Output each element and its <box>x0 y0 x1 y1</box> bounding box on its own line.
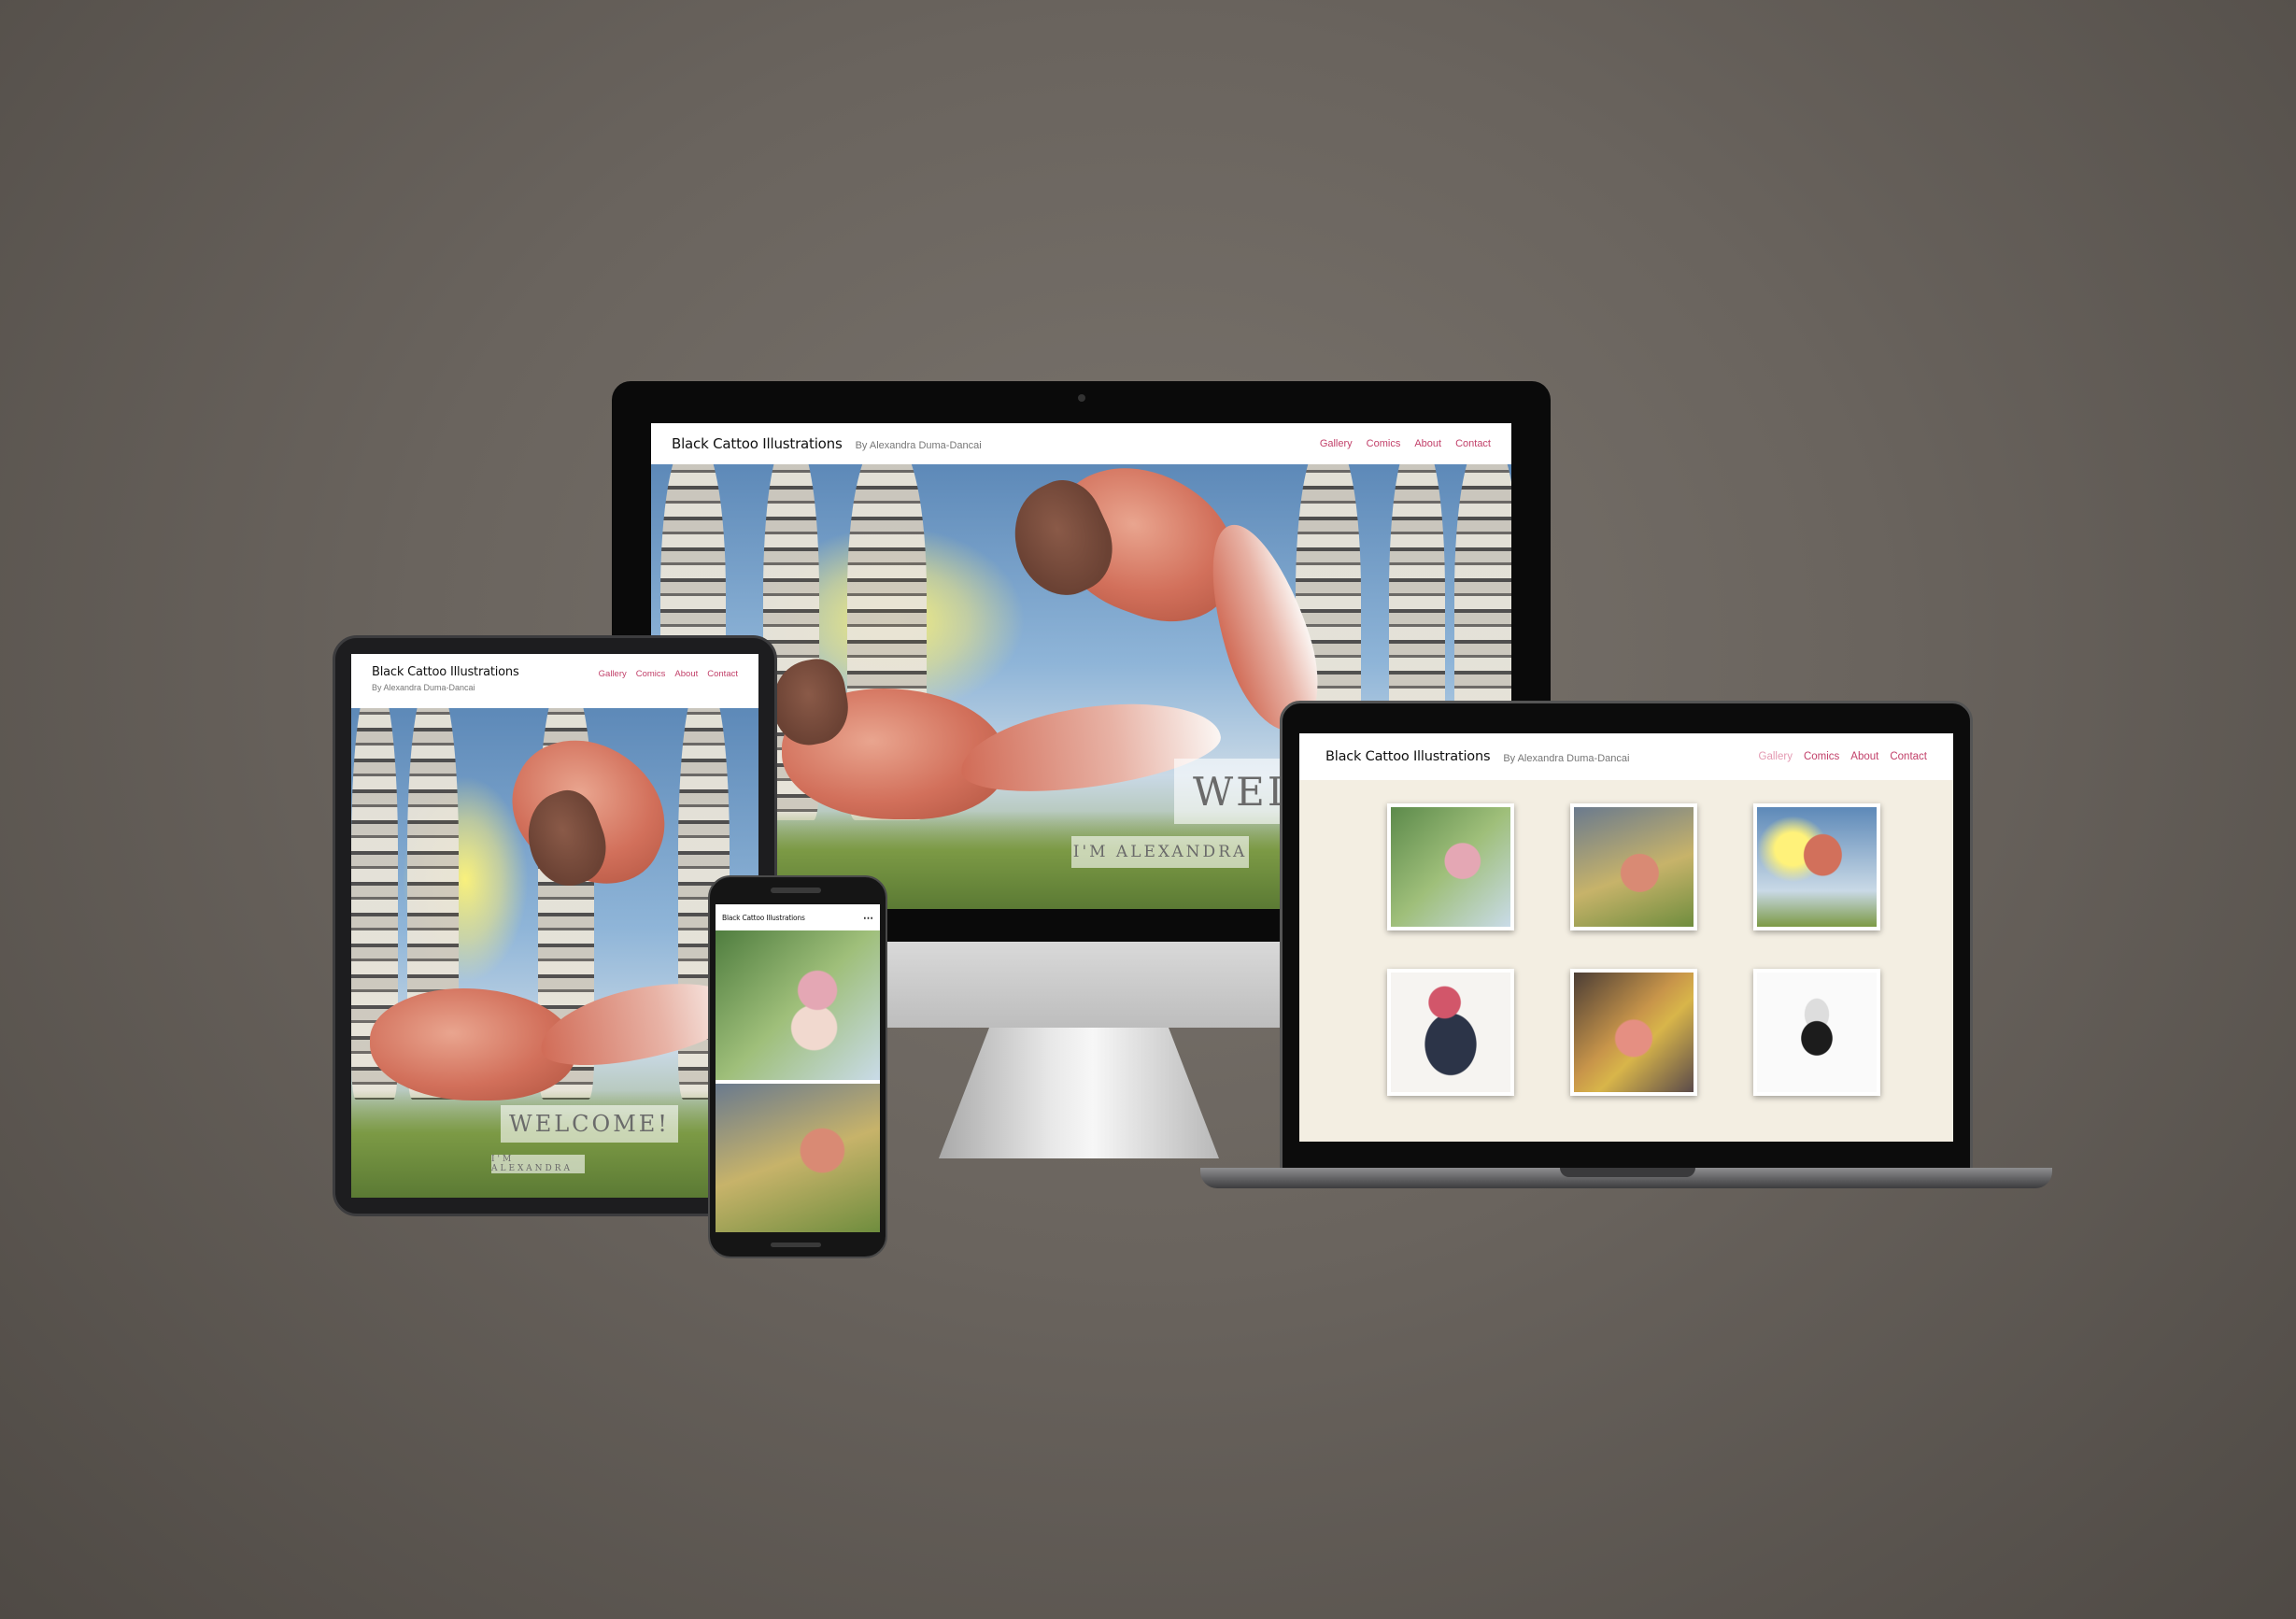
gallery-thumbnail[interactable] <box>716 930 880 1080</box>
site-title[interactable]: Black Cattoo Illustrations <box>1325 749 1491 764</box>
nav-contact[interactable]: Contact <box>1455 438 1491 449</box>
intro-banner: I'M ALEXANDRA <box>491 1155 585 1173</box>
main-nav: Gallery Comics About Contact <box>1759 751 1927 762</box>
welcome-banner: WELCOME! <box>501 1105 678 1143</box>
nav-about[interactable]: About <box>674 669 698 679</box>
gallery-thumbnail[interactable] <box>1570 969 1697 1096</box>
phone-screen: Black Cattoo Illustrations ⋯ <box>716 904 880 1232</box>
laptop-notch <box>1560 1168 1695 1177</box>
gallery-thumbnail[interactable] <box>1753 969 1880 1096</box>
nav-comics[interactable]: Comics <box>1804 751 1839 762</box>
main-nav: Gallery Comics About Contact <box>1320 438 1491 449</box>
brand: Black Cattoo Illustrations By Alexandra … <box>372 665 519 692</box>
nav-comics[interactable]: Comics <box>1367 438 1401 449</box>
site-subtitle: By Alexandra Duma-Dancai <box>372 683 475 692</box>
site-header: Black Cattoo Illustrations By Alexandra … <box>651 423 1511 464</box>
imac-stand <box>939 1028 1219 1158</box>
site-title[interactable]: Black Cattoo Illustrations <box>672 435 843 452</box>
nav-about[interactable]: About <box>1850 751 1878 762</box>
tablet-screen: Black Cattoo Illustrations By Alexandra … <box>351 654 758 1198</box>
phone-speaker <box>771 888 821 893</box>
ellipsis-icon[interactable]: ⋯ <box>863 912 873 924</box>
gallery-thumbnail[interactable] <box>1753 803 1880 930</box>
nav-about[interactable]: About <box>1414 438 1441 449</box>
site-title[interactable]: Black Cattoo Illustrations <box>722 914 805 922</box>
camera-icon <box>1078 394 1085 402</box>
gallery-thumbnail[interactable] <box>1570 803 1697 930</box>
site-header: Black Cattoo Illustrations ⋯ <box>716 904 880 930</box>
main-nav: Gallery Comics About Contact <box>599 669 738 679</box>
hero-illustration: WELCOME! I'M ALEXANDRA <box>351 708 758 1198</box>
nav-contact[interactable]: Contact <box>707 669 738 679</box>
gallery-thumbnail[interactable] <box>1387 969 1514 1096</box>
site-title[interactable]: Black Cattoo Illustrations <box>372 665 519 679</box>
nav-gallery[interactable]: Gallery <box>1320 438 1353 449</box>
site-header: Black Cattoo Illustrations By Alexandra … <box>1299 733 1953 780</box>
laptop-screen: Black Cattoo Illustrations By Alexandra … <box>1299 733 1953 1142</box>
gallery-grid <box>1299 780 1953 1142</box>
gallery-thumbnail[interactable] <box>716 1084 880 1232</box>
site-subtitle: By Alexandra Duma-Dancai <box>855 439 982 451</box>
nav-gallery[interactable]: Gallery <box>599 669 627 679</box>
nav-comics[interactable]: Comics <box>636 669 666 679</box>
phone-home-bar <box>771 1243 821 1247</box>
site-subtitle: By Alexandra Duma-Dancai <box>1503 752 1630 764</box>
nav-gallery-active[interactable]: Gallery <box>1759 751 1793 762</box>
site-header: Black Cattoo Illustrations By Alexandra … <box>351 654 758 708</box>
nav-contact[interactable]: Contact <box>1890 751 1927 762</box>
intro-banner: I'M ALEXANDRA <box>1071 836 1249 868</box>
gallery-thumbnail[interactable] <box>1387 803 1514 930</box>
